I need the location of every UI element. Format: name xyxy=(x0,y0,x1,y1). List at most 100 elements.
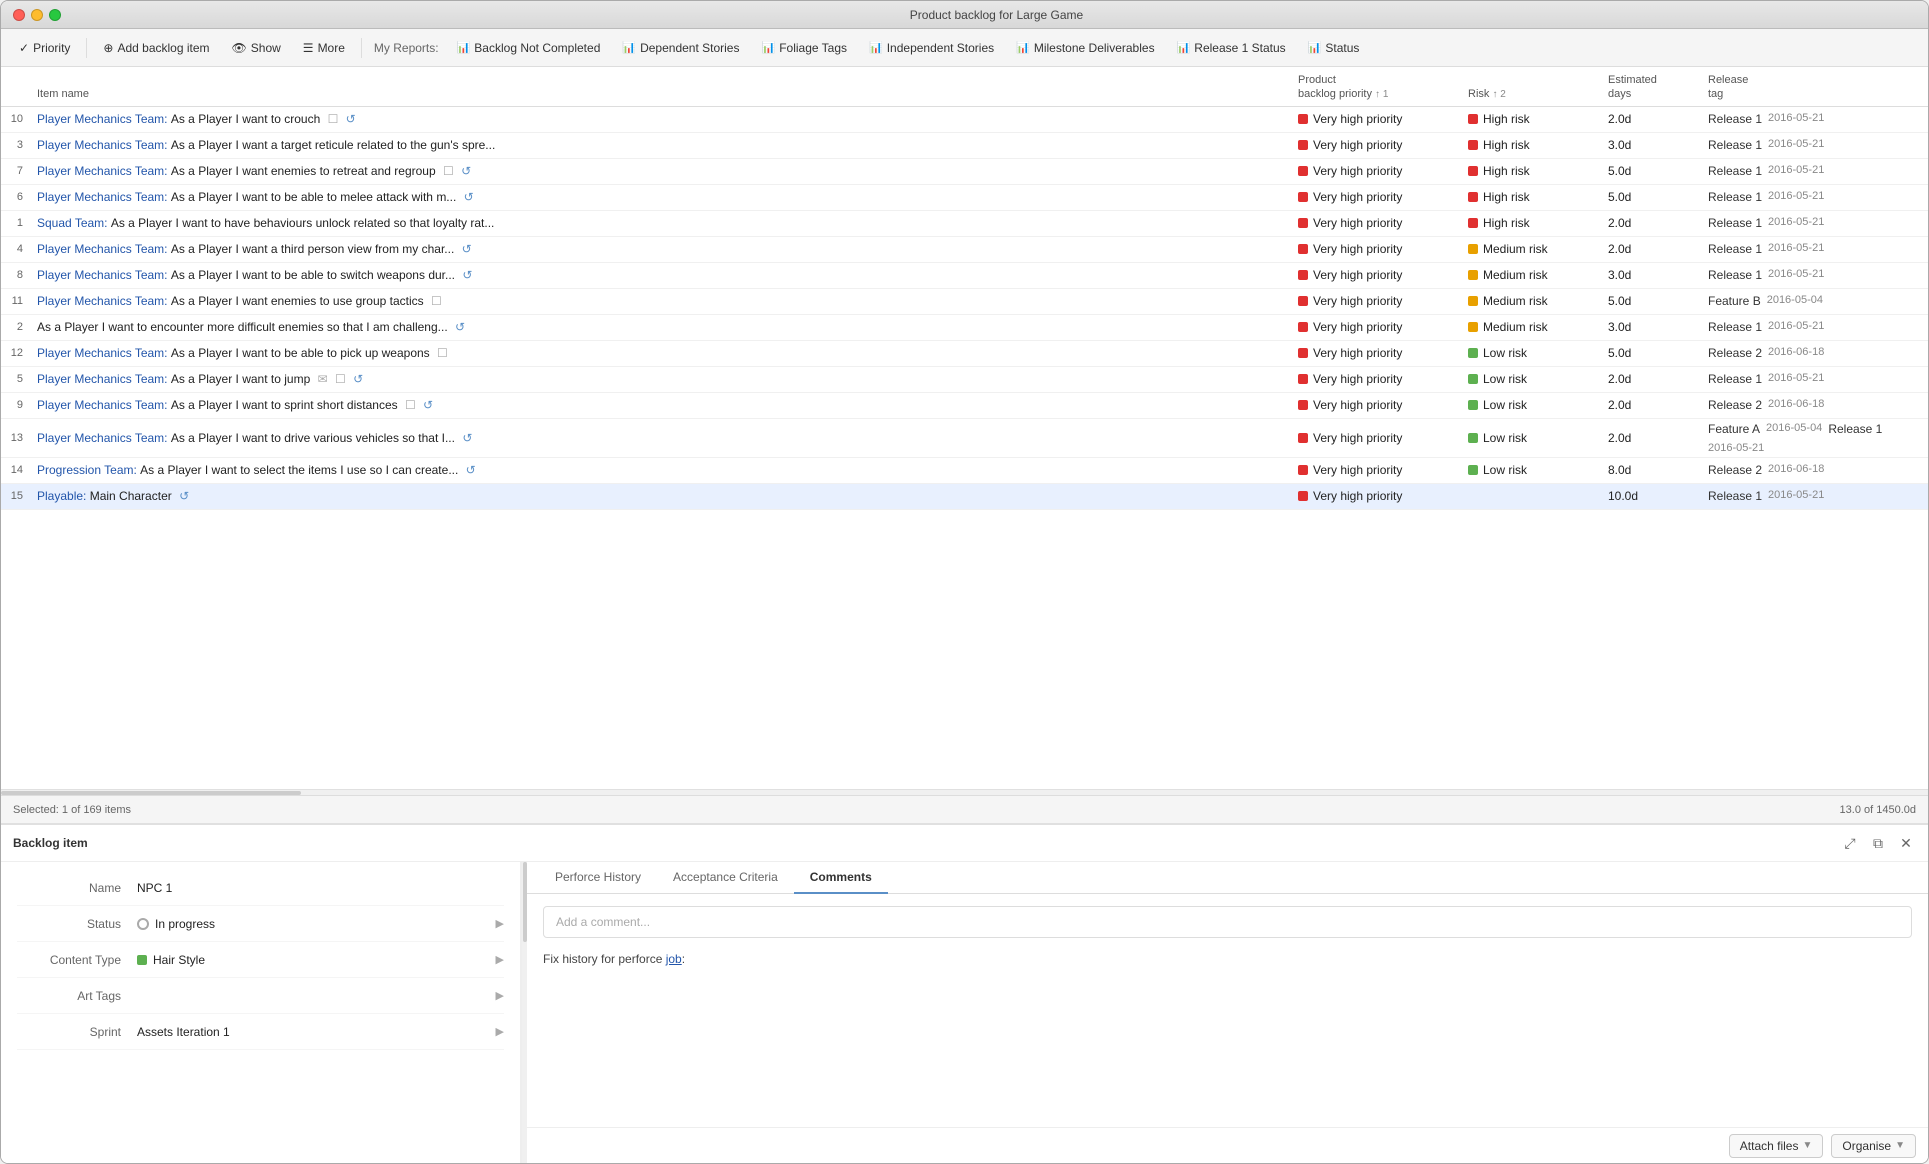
table-row[interactable]: 15Playable: Main Character ↺Very high pr… xyxy=(1,484,1928,510)
col-header-priority[interactable]: Productbacklog priority ↑ 1 xyxy=(1298,73,1468,102)
report-release1-button[interactable]: 📊 Release 1 Status xyxy=(1169,37,1294,59)
team-name: Player Mechanics Team: xyxy=(37,190,171,204)
table-row[interactable]: 9Player Mechanics Team: As a Player I wa… xyxy=(1,393,1928,419)
external-link-icon[interactable]: ⧉ xyxy=(1868,833,1888,853)
table-row[interactable]: 3Player Mechanics Team: As a Player I wa… xyxy=(1,133,1928,159)
main-content: Item name Productbacklog priority ↑ 1 Ri… xyxy=(1,67,1928,1163)
report-independent-button[interactable]: 📊 Independent Stories xyxy=(861,37,1002,59)
risk-dot-icon xyxy=(1468,433,1478,443)
table-row[interactable]: 11Player Mechanics Team: As a Player I w… xyxy=(1,289,1928,315)
attach-files-button[interactable]: Attach files ▼ xyxy=(1729,1134,1824,1158)
table-row[interactable]: 7Player Mechanics Team: As a Player I wa… xyxy=(1,159,1928,185)
priority-dot-icon xyxy=(1298,114,1308,124)
scroll-thumb[interactable] xyxy=(1,791,301,795)
row-num: 4 xyxy=(1,243,29,255)
history-link[interactable]: job xyxy=(666,952,682,966)
table-row[interactable]: 13Player Mechanics Team: As a Player I w… xyxy=(1,419,1928,458)
report-dependent-button[interactable]: 📊 Dependent Stories xyxy=(614,37,747,59)
close-button[interactable] xyxy=(13,9,25,21)
table-row[interactable]: 4Player Mechanics Team: As a Player I wa… xyxy=(1,237,1928,263)
risk-text: High risk xyxy=(1483,138,1530,152)
maximize-button[interactable] xyxy=(49,9,61,21)
release-tag: Release 1 xyxy=(1708,242,1762,256)
table-row[interactable]: 10Player Mechanics Team: As a Player I w… xyxy=(1,107,1928,133)
col-header-est: Estimateddays xyxy=(1608,73,1708,102)
form-row-sprint[interactable]: Sprint Assets Iteration 1 ▶ xyxy=(17,1014,504,1050)
team-name: Player Mechanics Team: xyxy=(37,164,171,178)
row-release: Release 12016-05-21 xyxy=(1708,112,1928,126)
col-header-risk[interactable]: Risk ↑ 2 xyxy=(1468,87,1608,101)
table-row[interactable]: 14Progression Team: As a Player I want t… xyxy=(1,458,1928,484)
row-num: 2 xyxy=(1,321,29,333)
table-body[interactable]: 10 Player Mechanics Team: As a Player I w… xyxy=(1,107,1928,789)
tab-perforce-history[interactable]: Perforce History xyxy=(539,862,657,894)
risk-text: Low risk xyxy=(1483,372,1527,386)
row-risk: Low risk xyxy=(1468,398,1608,412)
priority-button[interactable]: ✓ Priority xyxy=(11,37,78,59)
priority-dot-icon xyxy=(1298,296,1308,306)
row-name: Player Mechanics Team: As a Player I wan… xyxy=(29,242,1298,256)
content-type-arrow-icon[interactable]: ▶ xyxy=(496,953,504,966)
team-name: Player Mechanics Team: xyxy=(37,431,171,445)
table-row[interactable]: 2As a Player I want to encounter more di… xyxy=(1,315,1928,341)
table-row[interactable]: 12Player Mechanics Team: As a Player I w… xyxy=(1,341,1928,367)
row-release: Feature A2016-05-04Release 12016-05-21 xyxy=(1708,422,1928,454)
release-date: 2016-06-18 xyxy=(1768,463,1824,477)
detail-panel-header: Backlog item ⤢ ⧉ ✕ xyxy=(1,825,1928,862)
show-button[interactable]: 👁 Show xyxy=(224,37,289,59)
table-row[interactable]: 8Player Mechanics Team: As a Player I wa… xyxy=(1,263,1928,289)
report-backlog-button[interactable]: 📊 Backlog Not Completed xyxy=(449,37,609,59)
sprint-arrow-icon[interactable]: ▶ xyxy=(496,1025,504,1038)
row-est: 2.0d xyxy=(1608,216,1708,230)
form-row-art-tags[interactable]: Art Tags ▶ xyxy=(17,978,504,1014)
detail-right-panel: Perforce History Acceptance Criteria Com… xyxy=(527,862,1928,1163)
status-arrow-icon[interactable]: ▶ xyxy=(496,917,504,930)
tab-comments[interactable]: Comments xyxy=(794,862,888,894)
risk-text: High risk xyxy=(1483,190,1530,204)
minimize-button[interactable] xyxy=(31,9,43,21)
status-bar: Selected: 1 of 169 items 13.0 of 1450.0d xyxy=(1,795,1928,823)
priority-text: Very high priority xyxy=(1313,372,1402,386)
task-name: As a Player I want to select the items I… xyxy=(140,463,458,477)
add-backlog-button[interactable]: ⊕ Add backlog item xyxy=(95,37,217,59)
risk-text: Low risk xyxy=(1483,431,1527,445)
close-icon[interactable]: ✕ xyxy=(1896,833,1916,853)
organise-button[interactable]: Organise ▼ xyxy=(1831,1134,1916,1158)
row-priority: Very high priority xyxy=(1298,489,1468,503)
table-row[interactable]: 1Squad Team: As a Player I want to have … xyxy=(1,211,1928,237)
table-row[interactable]: 6Player Mechanics Team: As a Player I wa… xyxy=(1,185,1928,211)
row-num: 10 xyxy=(1,113,29,125)
form-row-status[interactable]: Status In progress ▶ xyxy=(17,906,504,942)
tab-acceptance-criteria[interactable]: Acceptance Criteria xyxy=(657,862,794,894)
horizontal-scrollbar[interactable] xyxy=(1,789,1928,795)
release-tag: Release 2 xyxy=(1708,463,1762,477)
table-row[interactable]: 5Player Mechanics Team: As a Player I wa… xyxy=(1,367,1928,393)
report-foliage-button[interactable]: 📊 Foliage Tags xyxy=(753,37,855,59)
row-release: Release 12016-05-21 xyxy=(1708,138,1928,152)
task-name: As a Player I want enemies to retreat an… xyxy=(171,164,436,178)
report-backlog-label: Backlog Not Completed xyxy=(474,41,600,55)
risk-text: High risk xyxy=(1483,112,1530,126)
art-tags-arrow-icon[interactable]: ▶ xyxy=(496,989,504,1002)
risk-dot-icon xyxy=(1468,322,1478,332)
attach-files-label: Attach files xyxy=(1740,1139,1799,1153)
more-button[interactable]: ☰ More xyxy=(295,37,353,59)
form-row-content-type[interactable]: Content Type Hair Style ▶ xyxy=(17,942,504,978)
cycle-icon: ↺ xyxy=(458,164,471,178)
detail-scrollbar-thumb[interactable] xyxy=(523,862,527,942)
report-milestone-button[interactable]: 📊 Milestone Deliverables xyxy=(1008,37,1162,59)
row-priority: Very high priority xyxy=(1298,164,1468,178)
release-date: 2016-05-04 xyxy=(1766,422,1822,436)
expand-icon[interactable]: ⤢ xyxy=(1840,833,1860,853)
report-status-button[interactable]: 📊 Status xyxy=(1300,37,1368,59)
row-num: 11 xyxy=(1,295,29,307)
cycle-icon: ↺ xyxy=(452,320,465,334)
add-comment-input[interactable]: Add a comment... xyxy=(543,906,1912,938)
row-est: 10.0d xyxy=(1608,489,1708,503)
release-tag: Release 1 xyxy=(1708,268,1762,282)
row-priority: Very high priority xyxy=(1298,463,1468,477)
name-value: NPC 1 xyxy=(137,881,504,895)
detail-form-scrollbar[interactable] xyxy=(521,862,527,1163)
risk-text: Medium risk xyxy=(1483,294,1548,308)
col-header-release: Releasetag xyxy=(1708,73,1928,102)
